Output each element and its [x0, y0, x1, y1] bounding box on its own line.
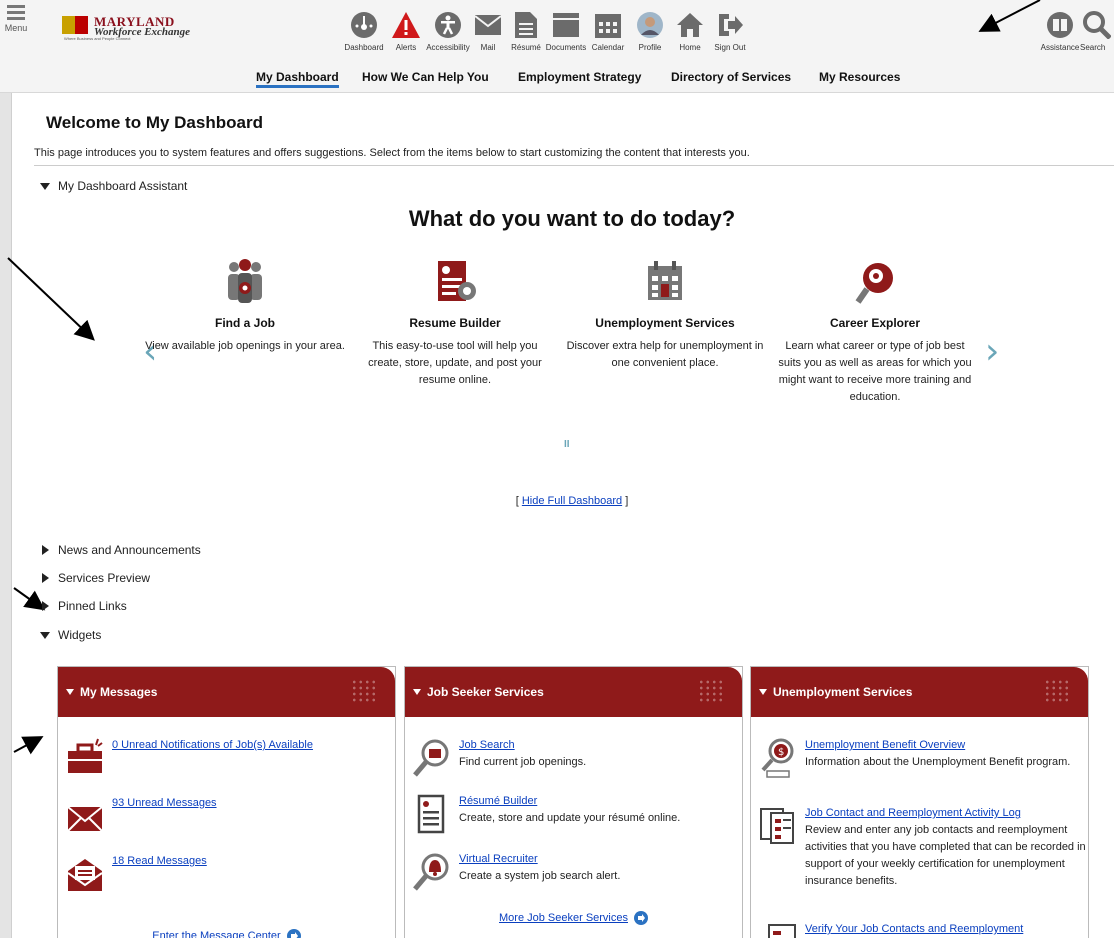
widget-header[interactable]: Unemployment Services	[751, 667, 1088, 717]
arrow-right-icon	[634, 911, 648, 925]
briefcase-icon	[64, 737, 106, 779]
carousel-title: Career Explorer	[829, 316, 921, 330]
widget-item: 93 Unread Messages	[64, 795, 217, 837]
footer-link-text: More Job Seeker Services	[499, 912, 628, 924]
widget-item: Verify Your Job Contacts and Reemploymen…	[757, 921, 1023, 938]
carousel-desc: Discover extra help for unemployment in …	[566, 340, 764, 369]
footer-link-text: Enter the Message Center	[152, 930, 281, 938]
widget-job-seeker-services: Job Seeker Services Job Search Find curre…	[404, 666, 743, 938]
caret-down-icon	[40, 631, 50, 639]
carousel-item-find-job[interactable]: Find a Job View available job openings i…	[145, 258, 345, 355]
page-title: Welcome to My Dashboard	[46, 113, 263, 132]
widget-item: Virtual Recruiter Create a system job sea…	[411, 851, 620, 893]
resume-builder-icon	[430, 258, 480, 308]
carousel-desc: Learn what career or type of job best su…	[778, 340, 972, 403]
widget-item: 0 Unread Notifications of Job(s) Availab…	[64, 737, 313, 779]
page-intro: This page introduces you to system featu…	[34, 147, 750, 159]
widget-unemployment-services: Unemployment Services $ Unemployment Ben…	[750, 666, 1089, 938]
open-envelope-icon	[64, 853, 106, 895]
unemployment-benefit-overview-link[interactable]: Unemployment Benefit Overview	[805, 737, 1070, 754]
widget-title: Unemployment Services	[773, 685, 913, 699]
divider	[34, 165, 1114, 166]
carousel-item-resume-builder[interactable]: Resume Builder This easy-to-use tool wil…	[355, 258, 555, 389]
caret-right-icon	[42, 545, 49, 555]
caret-down-icon	[66, 689, 74, 695]
find-job-icon	[220, 258, 270, 308]
item-desc: Review and enter any job contacts and re…	[805, 824, 1086, 887]
drag-handle-icon[interactable]	[698, 679, 724, 703]
toggle-pinned-links[interactable]: Pinned Links	[40, 599, 127, 613]
carousel-item-unemployment-services[interactable]: Unemployment Services Discover extra hel…	[565, 258, 765, 372]
read-messages-link[interactable]: 18 Read Messages	[112, 853, 207, 870]
carousel-desc: This easy-to-use tool will help you crea…	[368, 340, 542, 386]
carousel-desc: View available job openings in your area…	[145, 340, 345, 352]
verify-job-contacts-link[interactable]: Verify Your Job Contacts and Reemploymen…	[805, 921, 1023, 938]
toggle-label: Services Preview	[58, 571, 151, 585]
widget-title: Job Seeker Services	[427, 685, 544, 699]
item-desc: Create a system job search alert.	[459, 870, 621, 882]
job-search-link[interactable]: Job Search	[459, 737, 586, 754]
caret-right-icon	[42, 601, 49, 611]
calendar-money-icon	[640, 258, 690, 308]
toggle-widgets[interactable]: Widgets	[40, 628, 101, 642]
widget-item: Job Contact and Reemployment Activity Lo…	[757, 805, 1088, 890]
toggle-label: News and Announcements	[58, 543, 201, 557]
item-desc: Create, store and update your résumé onl…	[459, 812, 681, 824]
verify-icon	[757, 921, 799, 938]
career-explorer-icon	[850, 258, 900, 308]
carousel-pause-button[interactable]: II	[564, 439, 570, 450]
drag-handle-icon[interactable]	[351, 679, 377, 703]
caret-down-icon	[413, 689, 421, 695]
bracket-close: ]	[622, 495, 629, 507]
widget-header[interactable]: Job Seeker Services	[405, 667, 742, 717]
activity-log-link[interactable]: Job Contact and Reemployment Activity Lo…	[805, 805, 1088, 822]
unread-notifications-link[interactable]: 0 Unread Notifications of Job(s) Availab…	[112, 737, 313, 754]
drag-handle-icon[interactable]	[1044, 679, 1070, 703]
item-desc: Information about the Unemployment Benef…	[805, 756, 1071, 768]
hide-dashboard-row: [ Hide Full Dashboard ]	[30, 495, 1114, 507]
item-desc: Find current job openings.	[459, 756, 587, 768]
widget-item: Job Search Find current job openings.	[411, 737, 586, 779]
assistant-question: What do you want to do today?	[408, 206, 736, 231]
benefit-search-icon: $	[757, 737, 799, 779]
message-center-link[interactable]: Enter the Message Center	[58, 929, 395, 938]
activity-log-icon	[757, 805, 799, 847]
envelope-icon	[64, 795, 106, 837]
svg-text:$: $	[778, 747, 784, 758]
widget-item: 18 Read Messages	[64, 853, 207, 895]
caret-down-icon	[40, 182, 50, 190]
caret-down-icon	[759, 689, 767, 695]
resume-doc-icon	[411, 793, 453, 835]
toggle-label: Pinned Links	[58, 599, 127, 613]
hide-full-dashboard-link[interactable]: Hide Full Dashboard	[522, 495, 622, 507]
job-search-icon	[411, 737, 453, 779]
toggle-news-announcements[interactable]: News and Announcements	[40, 543, 201, 557]
carousel-title: Find a Job	[215, 316, 275, 330]
widget-title: My Messages	[80, 685, 158, 699]
widget-header[interactable]: My Messages	[58, 667, 395, 717]
more-job-seeker-services-link[interactable]: More Job Seeker Services	[405, 911, 742, 925]
toggle-label: My Dashboard Assistant	[58, 179, 188, 193]
bell-search-icon	[411, 851, 453, 893]
unread-messages-link[interactable]: 93 Unread Messages	[112, 795, 217, 812]
carousel-title: Unemployment Services	[595, 316, 735, 330]
carousel-title: Resume Builder	[409, 316, 501, 330]
widget-my-messages: My Messages 0 Unread Notifications of Jo…	[57, 666, 396, 938]
resume-builder-link[interactable]: Résumé Builder	[459, 793, 680, 810]
virtual-recruiter-link[interactable]: Virtual Recruiter	[459, 851, 620, 868]
widget-item: Résumé Builder Create, store and update y…	[411, 793, 680, 835]
arrow-right-icon	[286, 929, 301, 938]
toggle-services-preview[interactable]: Services Preview	[40, 571, 150, 585]
toggle-dashboard-assistant[interactable]: My Dashboard Assistant	[40, 179, 187, 193]
toggle-label: Widgets	[58, 628, 102, 642]
carousel-item-career-explorer[interactable]: Career Explorer Learn what career or typ…	[775, 258, 975, 406]
carousel-next-icon[interactable]: ›	[985, 331, 999, 372]
caret-right-icon	[42, 573, 49, 583]
widget-item: $ Unemployment Benefit Overview Informati…	[757, 737, 1070, 779]
